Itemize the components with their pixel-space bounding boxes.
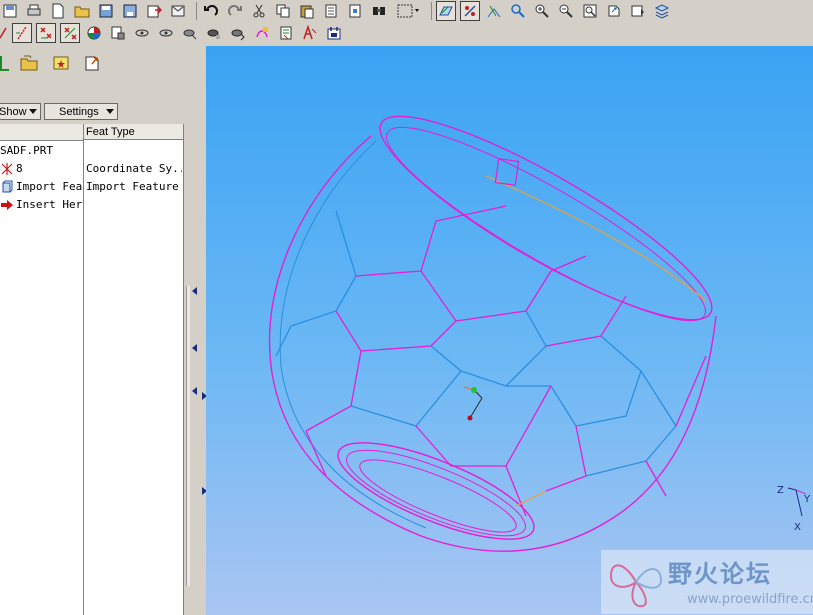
top-rim-inner	[385, 126, 707, 322]
shading-icon[interactable]	[204, 23, 224, 43]
zoom-out-icon[interactable]	[556, 1, 576, 21]
export-icon[interactable]	[144, 1, 164, 21]
chevron-down-icon	[103, 104, 117, 119]
send-icon[interactable]	[168, 1, 188, 21]
seam-highlight	[515, 490, 547, 507]
settings-dropdown[interactable]: Settings	[44, 103, 118, 120]
wireframe-icon[interactable]	[132, 23, 152, 43]
find-icon[interactable]	[369, 1, 389, 21]
datum-axis-toggle-icon[interactable]	[460, 1, 480, 21]
layers-icon[interactable]	[652, 1, 672, 21]
column-header-feat-type[interactable]: Feat Type	[84, 124, 183, 140]
tree-row-import-feature[interactable]: Import Fea Import Feature	[0, 178, 183, 196]
no-hidden-icon[interactable]	[180, 23, 200, 43]
view-orientation-triad: Z Y X	[777, 485, 811, 533]
chevron-down-icon	[27, 104, 40, 119]
model-display-icon[interactable]	[108, 23, 128, 43]
sketch-icon[interactable]	[0, 23, 8, 43]
save-icon[interactable]	[0, 1, 20, 21]
redo-icon[interactable]	[225, 1, 245, 21]
datum-point-display-icon[interactable]	[36, 23, 56, 43]
sash-handle[interactable]	[186, 286, 190, 586]
bottom-ring	[337, 442, 535, 540]
insert-here-icon	[1, 200, 13, 210]
top-rim	[379, 115, 713, 321]
model-tree-tab-icon[interactable]	[0, 50, 10, 76]
new-file-icon[interactable]	[48, 1, 68, 21]
select-box-icon[interactable]	[393, 1, 423, 21]
sketch-tool-icon[interactable]	[252, 23, 272, 43]
paste-special-icon[interactable]	[321, 1, 341, 21]
hidden-line-icon[interactable]	[156, 23, 176, 43]
settings-dropdown-label: Settings	[59, 105, 99, 118]
import-feature-icon	[2, 180, 13, 193]
model-csys-marker[interactable]	[463, 386, 483, 421]
regenerate-icon[interactable]	[345, 1, 365, 21]
csys-display-icon[interactable]	[60, 23, 80, 43]
butterfly-logo-icon	[609, 564, 663, 608]
toolbar-row-display	[0, 22, 348, 44]
tree-item-name: Import Fea	[16, 180, 82, 193]
saved-views-icon[interactable]	[628, 1, 648, 21]
column-header-name[interactable]	[0, 124, 83, 141]
csys-icon	[1, 163, 13, 175]
copy-icon[interactable]	[273, 1, 293, 21]
datum-plane-toggle-icon[interactable]	[436, 1, 456, 21]
sketch-tool-alt-icon[interactable]	[276, 23, 296, 43]
appearance-icon[interactable]	[84, 23, 104, 43]
tree-row-csys[interactable]: 8 Coordinate Sy...	[0, 160, 183, 178]
refit-icon[interactable]	[580, 1, 600, 21]
orient-icon[interactable]	[604, 1, 624, 21]
rim-highlight	[485, 175, 707, 302]
save-copy-icon[interactable]	[96, 1, 116, 21]
zoom-in-icon[interactable]	[532, 1, 552, 21]
open-folder-icon[interactable]	[72, 1, 92, 21]
toolbar-separator	[196, 2, 197, 20]
print-icon[interactable]	[24, 1, 44, 21]
triad-y-label: Y	[803, 494, 811, 505]
tree-row-part[interactable]: SADF.PRT	[0, 142, 183, 160]
navigator-tabs	[0, 50, 112, 78]
watermark-url: www.proewildfire.cn	[687, 592, 813, 607]
datum-tool-icon[interactable]	[324, 23, 344, 43]
show-dropdown-label: Show	[0, 105, 27, 118]
datum-point-toggle-icon[interactable]	[484, 1, 504, 21]
body-outline	[268, 135, 717, 552]
wireframe-model[interactable]: Z Y X	[206, 46, 813, 615]
toolbar-separator	[431, 2, 432, 20]
tree-item-name: 8	[16, 162, 23, 175]
undo-icon[interactable]	[201, 1, 221, 21]
tree-item-name: Insert Her	[16, 198, 82, 211]
datum-axis-display-icon[interactable]	[12, 23, 32, 43]
tree-item-type: Import Feature	[86, 180, 179, 193]
tree-item-name: SADF.PRT	[0, 144, 53, 157]
favorites-tab-icon[interactable]	[48, 50, 74, 76]
folder-browser-tab-icon[interactable]	[16, 50, 42, 76]
shading-edges-icon[interactable]	[228, 23, 248, 43]
triad-x-label: X	[794, 522, 801, 533]
graphics-viewport[interactable]: Z Y X 野火论坛 www.proewildfire.cn	[206, 46, 813, 615]
panel-seams	[275, 205, 707, 517]
toolbar-row-standard	[0, 0, 676, 22]
show-dropdown[interactable]: Show	[0, 103, 41, 120]
csys-toggle-icon[interactable]	[508, 1, 528, 21]
cut-icon[interactable]	[249, 1, 269, 21]
tree-row-insert-here[interactable]: Insert Her	[0, 196, 183, 214]
panel-splitter[interactable]	[186, 46, 207, 615]
navigator-panel: Show Settings Feat Type SADF.PRT 8 Coord…	[0, 46, 190, 615]
model-tree: Feat Type SADF.PRT 8 Coordinate Sy... Im…	[0, 124, 184, 615]
tree-item-type: Coordinate Sy...	[86, 162, 182, 175]
annotation-icon[interactable]	[300, 23, 320, 43]
body-outline-inner	[279, 140, 427, 529]
watermark-title: 野火论坛	[668, 560, 772, 588]
backup-icon[interactable]	[120, 1, 140, 21]
forum-watermark: 野火论坛 www.proewildfire.cn	[601, 550, 813, 614]
triad-z-label: Z	[777, 485, 784, 496]
main-toolbar	[0, 0, 813, 47]
connections-tab-icon[interactable]	[80, 50, 106, 76]
paste-icon[interactable]	[297, 1, 317, 21]
